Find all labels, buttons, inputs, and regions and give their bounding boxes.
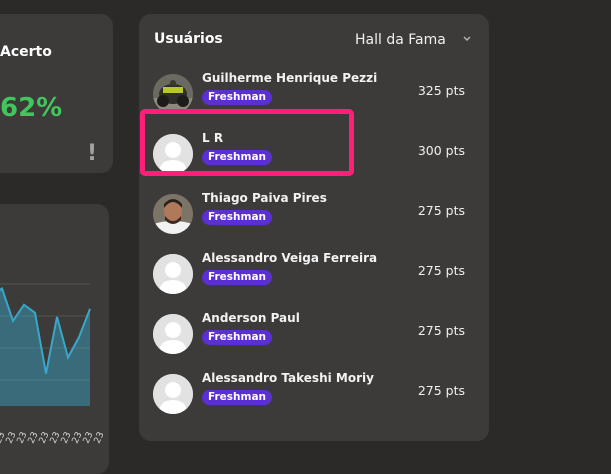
rank-badge: Freshman: [202, 330, 273, 345]
avatar: [153, 194, 193, 234]
user-name: Alessandro Takeshi Moriy: [202, 371, 374, 385]
chart-card: 23 23 23 23 23 23 23 23 23 23: [0, 204, 109, 474]
highlight-box: [140, 109, 354, 176]
acerto-percentage: 62%: [0, 93, 63, 123]
users-title: Usuários: [154, 31, 223, 47]
user-points: 300 pts: [417, 143, 465, 158]
acerto-title: Acerto: [0, 44, 52, 60]
rank-badge: Freshman: [202, 90, 273, 105]
user-points: 275 pts: [417, 383, 465, 398]
user-name: Guilherme Henrique Pezzi: [202, 71, 378, 85]
chevron-down-icon[interactable]: [462, 34, 472, 44]
avatar: [153, 374, 193, 414]
avatar: [153, 314, 193, 354]
hall-of-fame-dropdown[interactable]: Hall da Fama: [355, 32, 446, 48]
user-points: 275 pts: [417, 323, 465, 338]
acerto-card: Acerto 62% !: [0, 14, 113, 173]
users-card: Usuários Hall da Fama Guilherme Henrique…: [139, 14, 489, 441]
user-row[interactable]: Anderson Paul Freshman 275 pts: [139, 306, 489, 366]
user-points: 275 pts: [417, 263, 465, 278]
rank-badge: Freshman: [202, 390, 273, 405]
avatar: [153, 74, 193, 114]
rank-badge: Freshman: [202, 210, 273, 225]
user-points: 275 pts: [417, 203, 465, 218]
x-tick-label: 23: [93, 431, 107, 446]
avatar: [153, 254, 193, 294]
user-row[interactable]: Alessandro Veiga Ferreira Freshman 275 p…: [139, 246, 489, 306]
user-name: Anderson Paul: [202, 311, 300, 325]
user-points: 325 pts: [417, 83, 465, 98]
info-icon[interactable]: !: [87, 141, 97, 166]
user-row[interactable]: Thiago Paiva Pires Freshman 275 pts: [139, 186, 489, 246]
chart-svg: 23232323232323232323: [0, 283, 107, 446]
user-row[interactable]: Alessandro Takeshi Moriy Freshman 275 pt…: [139, 366, 489, 426]
user-name: Thiago Paiva Pires: [202, 191, 327, 205]
rank-badge: Freshman: [202, 270, 273, 285]
user-name: Alessandro Veiga Ferreira: [202, 251, 378, 265]
